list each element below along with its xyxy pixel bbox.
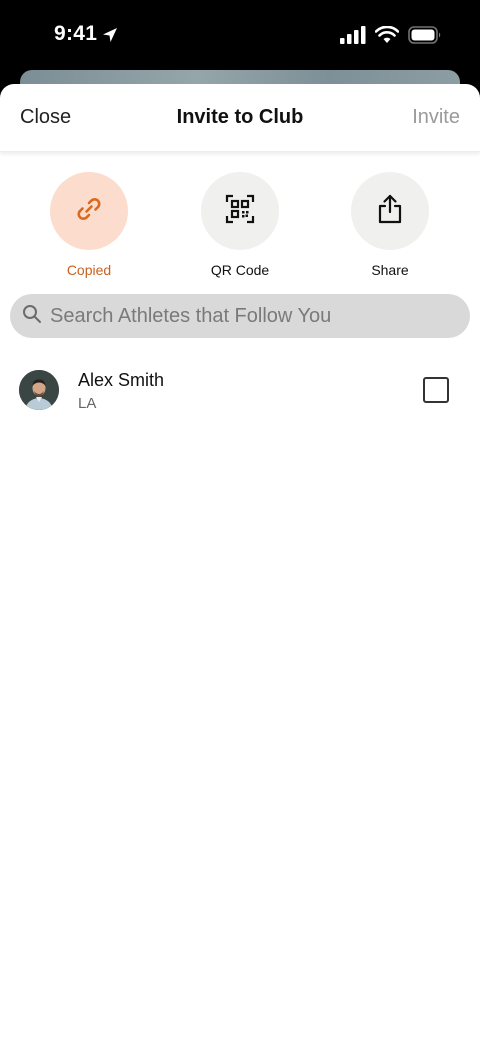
status-bar: 9:41	[0, 0, 480, 72]
battery-icon	[408, 26, 442, 49]
qr-code-button[interactable]: QR Code	[185, 172, 295, 278]
navigation-bar: Close Invite to Club Invite	[0, 84, 480, 152]
athlete-row[interactable]: Alex Smith LA	[0, 360, 480, 420]
athlete-checkbox[interactable]	[423, 377, 449, 403]
athlete-city: LA	[78, 395, 97, 412]
copy-link-button[interactable]: Copied	[34, 172, 144, 278]
share-circle[interactable]	[351, 172, 429, 250]
copy-link-label: Copied	[66, 262, 112, 278]
page-title: Invite to Club	[176, 106, 304, 128]
avatar	[19, 370, 59, 410]
athlete-name: Alex Smith	[78, 370, 165, 390]
share-icon	[375, 193, 405, 230]
search-bar[interactable]	[10, 294, 470, 338]
qr-code-icon	[225, 194, 255, 229]
copy-link-circle[interactable]	[50, 172, 128, 250]
wifi-icon	[374, 25, 400, 49]
share-button[interactable]: Share	[335, 172, 445, 278]
invite-sheet: Close Invite to Club Invite Copied QR Co…	[0, 84, 480, 1040]
status-time: 9:41	[54, 22, 98, 45]
qr-code-label: QR Code	[210, 262, 270, 278]
cellular-signal-icon	[340, 26, 366, 49]
link-icon	[73, 193, 105, 230]
share-label: Share	[371, 262, 409, 278]
invite-actions: Copied QR Code Share	[0, 152, 480, 292]
location-arrow-icon	[101, 26, 119, 49]
app-screen: 9:41 Close Invite to Club Invite Copied …	[0, 0, 480, 1040]
search-input[interactable]	[50, 304, 450, 328]
search-icon	[22, 304, 42, 329]
invite-button[interactable]: Invite	[412, 106, 460, 129]
qr-code-circle[interactable]	[201, 172, 279, 250]
status-icons	[340, 25, 442, 49]
